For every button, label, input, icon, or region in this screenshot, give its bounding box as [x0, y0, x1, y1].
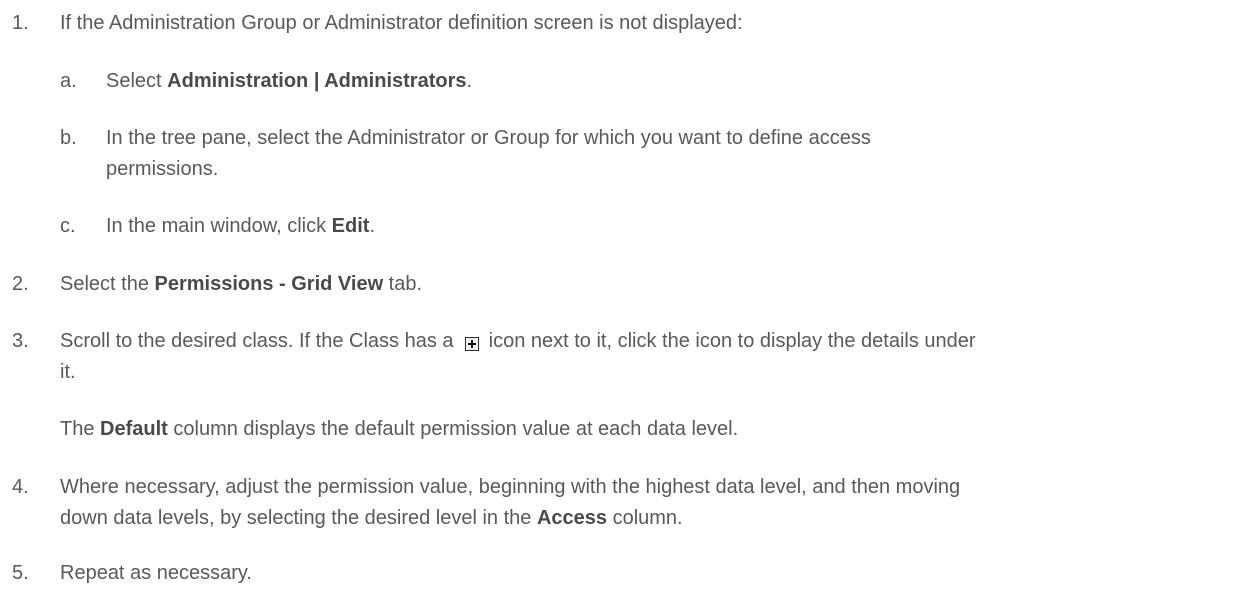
substep-text: permissions. [106, 158, 219, 180]
step-number: 3. [12, 330, 29, 352]
text-fragment: column displays the default permission v… [167, 418, 739, 440]
step-number: 5. [12, 562, 29, 584]
column-name: Default [100, 418, 168, 440]
text-fragment: Scroll to the desired class. If the Clas… [60, 330, 460, 352]
step-number: 4. [12, 476, 29, 498]
text-fragment: In the main window, click [106, 215, 332, 237]
step-text: Repeat as necessary. [60, 562, 252, 584]
tab-name: Permissions - Grid View [154, 273, 384, 295]
note-text: The Default column displays the default … [60, 418, 738, 441]
step-text: it. [60, 361, 76, 383]
text-fragment: . [466, 70, 473, 92]
substep-text: Select Administration | Administrators. [106, 70, 472, 93]
column-name: Access [536, 507, 608, 529]
step-text: Select the Permissions - Grid View tab. [60, 273, 422, 296]
step-text: Where necessary, adjust the permission v… [60, 476, 961, 498]
substep-letter: c. [60, 215, 76, 237]
substep-text: In the tree pane, select the Administrat… [106, 127, 871, 149]
text-fragment: column. [607, 507, 683, 529]
text-fragment: Select [106, 70, 168, 92]
step-number: 2. [12, 273, 29, 295]
substep-text: In the main window, click Edit. [106, 215, 375, 238]
text-fragment: Select the [60, 273, 155, 295]
edit-command: Edit [331, 215, 370, 237]
substep-letter: a. [60, 70, 77, 92]
menu-path: Administration | Administrators [167, 70, 467, 92]
text-fragment: . [369, 215, 375, 237]
text-fragment: The [60, 418, 101, 440]
step-text: down data levels, by selecting the desir… [60, 507, 683, 530]
step-number: 1. [12, 12, 29, 34]
text-fragment: icon next to it, click the icon to displ… [483, 330, 976, 352]
text-fragment: tab. [383, 273, 423, 295]
procedure-document: 1. If the Administration Group or Admini… [0, 0, 1256, 589]
step-text: If the Administration Group or Administr… [60, 12, 743, 34]
step-text: Scroll to the desired class. If the Clas… [60, 330, 976, 353]
expand-plus-icon [465, 337, 480, 351]
substep-letter: b. [60, 127, 77, 149]
text-fragment: down data levels, by selecting the desir… [60, 507, 537, 529]
